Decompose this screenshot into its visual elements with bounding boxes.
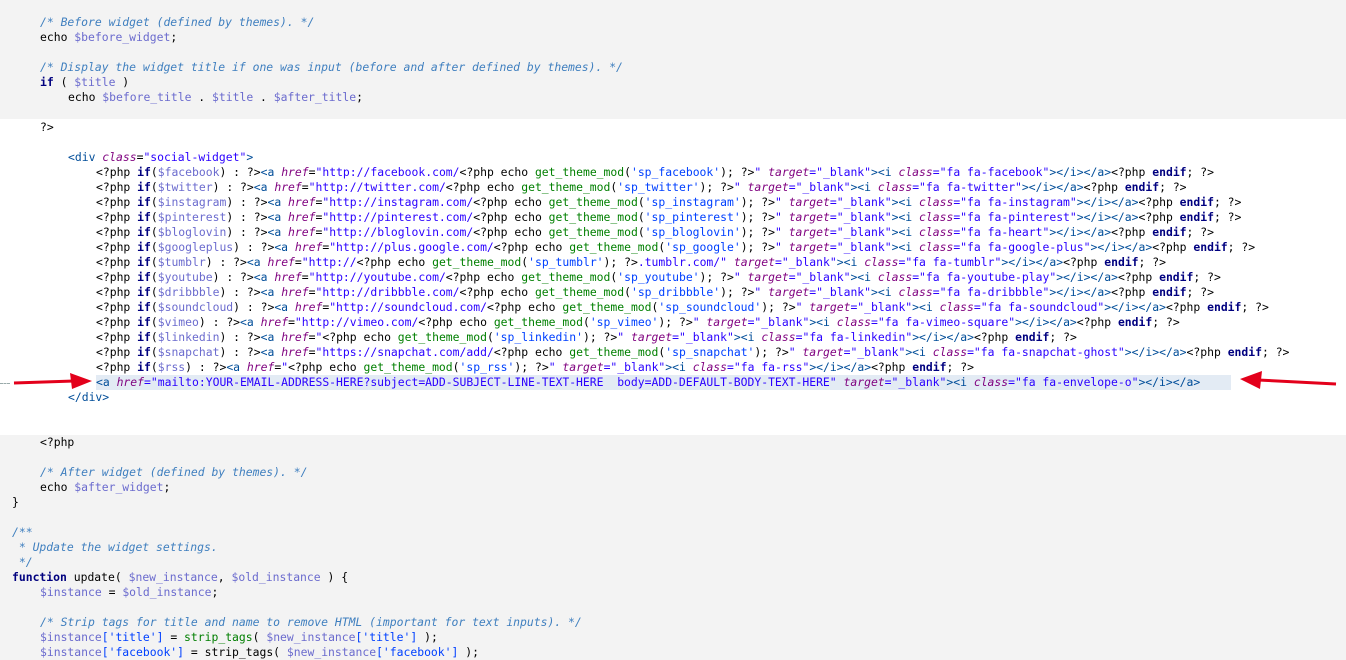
code-line: /* Display the widget title if one was i… bbox=[40, 60, 623, 74]
social-link-line: <?php if($facebook) : ?><a href="http://… bbox=[96, 165, 1214, 179]
line-cursor-marker bbox=[0, 383, 10, 384]
social-link-line: <?php if($tumblr) : ?><a href="http://<?… bbox=[96, 255, 1166, 269]
code-line: echo $after_widget; bbox=[40, 480, 171, 494]
social-link-line: <?php if($linkedin) : ?><a href="<?php e… bbox=[96, 330, 1077, 344]
code-line: $instance = $old_instance; bbox=[40, 585, 219, 599]
code-line: /* Before widget (defined by themes). */ bbox=[40, 15, 315, 29]
code-line: /** bbox=[12, 525, 33, 539]
mailto-line[interactable]: <a href="mailto:YOUR-EMAIL-ADDRESS-HERE?… bbox=[96, 375, 1231, 390]
social-link-line: <?php if($instagram) : ?><a href="http:/… bbox=[96, 195, 1242, 209]
social-link-line: <?php if($soundcloud) : ?><a href="http:… bbox=[96, 300, 1269, 314]
code-line: <?php bbox=[40, 435, 75, 449]
code-editor[interactable]: /* Before widget (defined by themes). */… bbox=[0, 0, 1346, 659]
social-link-line: <?php if($bloglovin) : ?><a href="http:/… bbox=[96, 225, 1214, 239]
code-line: */ bbox=[12, 555, 33, 569]
social-link-line: <?php if($twitter) : ?><a href="http://t… bbox=[96, 180, 1187, 194]
social-link-line: <?php if($snapchat) : ?><a href="https:/… bbox=[96, 345, 1290, 359]
code-line: /* After widget (defined by themes). */ bbox=[40, 465, 308, 479]
code-line: echo $before_widget; bbox=[40, 30, 178, 44]
code-line: </div> bbox=[68, 390, 110, 404]
code-line: } bbox=[12, 495, 19, 509]
code-line: $instance['title'] = strip_tags( $new_in… bbox=[40, 630, 438, 644]
social-link-line: <?php if($dribbble) : ?><a href="http://… bbox=[96, 285, 1214, 299]
social-link-line: <?php if($rss) : ?><a href="<?php echo g… bbox=[96, 360, 974, 374]
annotation-arrow-right bbox=[1240, 371, 1337, 389]
social-link-line: <?php if($googleplus) : ?><a href="http:… bbox=[96, 240, 1256, 254]
code-line: function update( $new_instance, $old_ins… bbox=[12, 570, 349, 584]
code-line: echo $before_title . $title . $after_tit… bbox=[68, 90, 363, 104]
social-link-line: <?php if($pinterest) : ?><a href="http:/… bbox=[96, 210, 1242, 224]
code-line: /* Strip tags for title and name to remo… bbox=[40, 615, 582, 629]
annotation-arrow-left bbox=[13, 373, 92, 389]
code-line: * Update the widget settings. bbox=[12, 540, 218, 554]
code-line: <div class="social-widget"> bbox=[68, 150, 254, 164]
social-link-line: <?php if($youtube) : ?><a href="http://y… bbox=[96, 270, 1221, 284]
code-line: if ( $title ) bbox=[40, 75, 130, 89]
social-link-line: <?php if($vimeo) : ?><a href="http://vim… bbox=[96, 315, 1180, 329]
code-line: ?> bbox=[40, 120, 54, 134]
